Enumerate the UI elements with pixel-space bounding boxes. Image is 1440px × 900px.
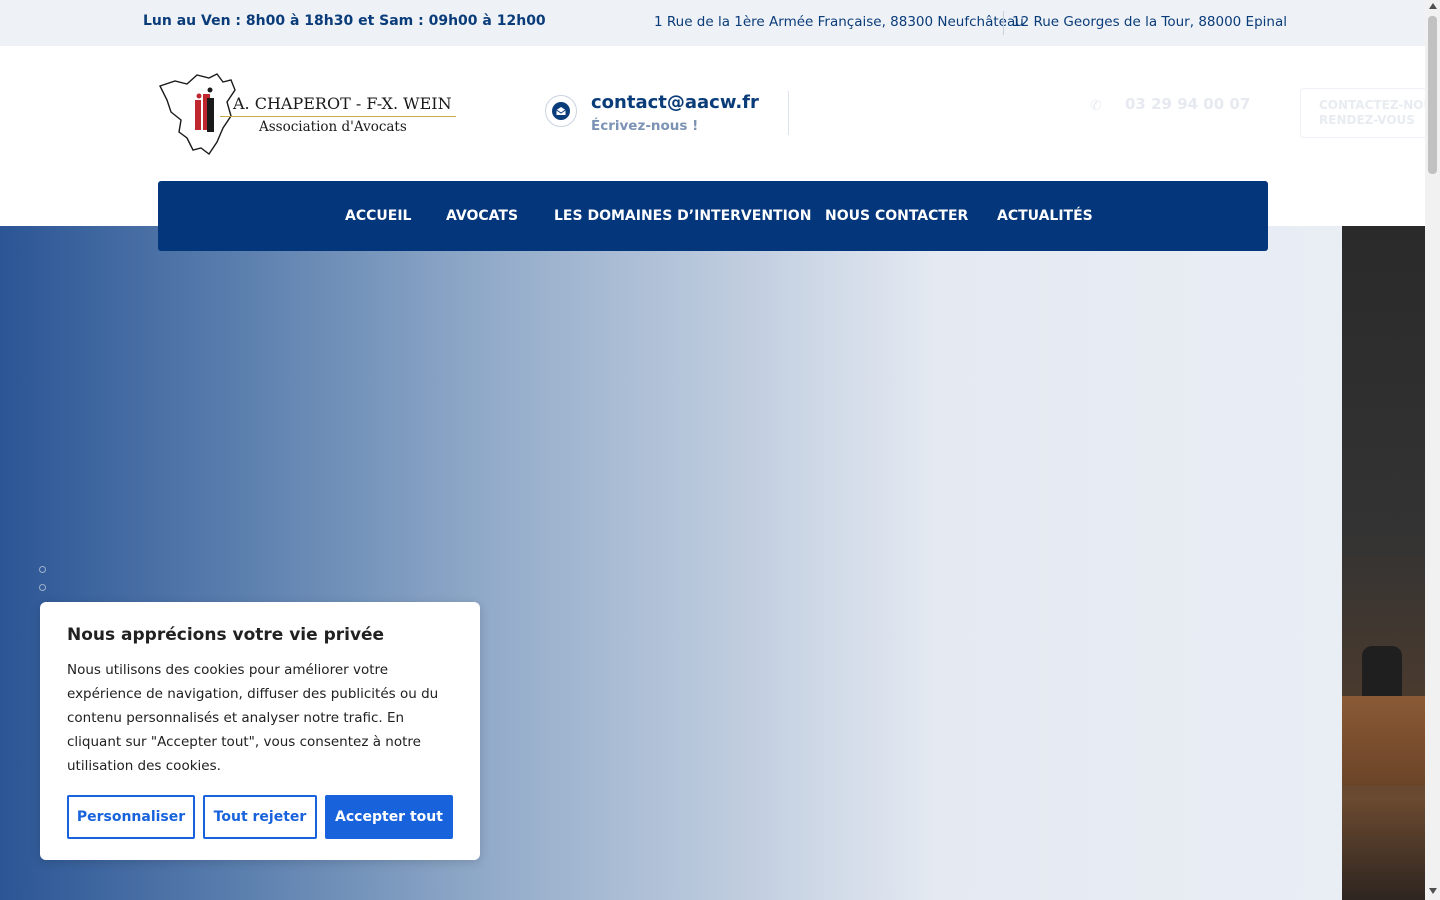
nav-item-domaines[interactable]: LES DOMAINES D’INTERVENTION — [554, 208, 811, 224]
logo-firm-name[interactable]: A. CHAPEROT - F-X. WEIN — [233, 94, 452, 113]
scroll-down-arrow-icon[interactable] — [1429, 888, 1437, 894]
page-scrollbar[interactable] — [1425, 0, 1440, 900]
cookie-customize-button[interactable]: Personnaliser — [67, 795, 195, 839]
slider-pagination — [39, 566, 46, 602]
hero-image-desk — [1342, 696, 1425, 786]
hero-office-image — [1342, 226, 1425, 900]
nav-item-avocats[interactable]: AVOCATS — [446, 208, 518, 224]
appointment-button[interactable]: CONTACTEZ-NOUS RENDEZ-VOUS — [1300, 88, 1440, 138]
nav-item-accueil[interactable]: ACCUEIL — [345, 208, 411, 224]
slider-dot-2[interactable] — [39, 584, 46, 591]
scroll-up-arrow-icon[interactable] — [1429, 3, 1437, 9]
logo-map-icon[interactable] — [157, 72, 457, 156]
cookie-reject-button[interactable]: Tout rejeter — [203, 795, 317, 839]
contact-email-link[interactable]: contact@aacw.fr — [591, 92, 759, 113]
contact-email-caption: Écrivez-nous ! — [591, 118, 699, 134]
slider-dot-1[interactable] — [39, 566, 46, 573]
cookie-consent-banner: Nous apprécions votre vie privée Nous ut… — [40, 602, 480, 860]
cookie-title: Nous apprécions votre vie privée — [67, 625, 385, 645]
appointment-label-line2: RENDEZ-VOUS — [1319, 113, 1415, 127]
appointment-label-line1: CONTACTEZ-NOUS — [1319, 98, 1440, 112]
opening-hours: Lun au Ven : 8h00 à 18h30 et Sam : 09h00… — [143, 13, 546, 29]
logo-underline — [220, 116, 456, 117]
top-info-bar: Lun au Ven : 8h00 à 18h30 et Sam : 09h00… — [0, 0, 1425, 46]
main-navigation: ACCUEIL AVOCATS LES DOMAINES D’INTERVENT… — [158, 181, 1268, 251]
address-neufchateau[interactable]: 1 Rue de la 1ère Armée Française, 88300 … — [654, 14, 1024, 30]
address-divider — [1003, 11, 1004, 35]
logo-tagline[interactable]: Association d'Avocats — [259, 119, 407, 135]
phone-number[interactable]: 03 29 94 00 07 — [1125, 95, 1250, 113]
cookie-accept-button[interactable]: Accepter tout — [325, 795, 453, 839]
phone-icon: ✆ — [1090, 98, 1102, 114]
envelope-icon — [545, 95, 577, 127]
nav-item-contact[interactable]: NOUS CONTACTER — [825, 208, 968, 224]
header-divider — [788, 91, 789, 135]
cookie-description: Nous utilisons des cookies pour améliore… — [67, 662, 439, 774]
scrollbar-thumb[interactable] — [1428, 16, 1437, 174]
address-epinal[interactable]: 12 Rue Georges de la Tour, 88000 Epinal — [1012, 14, 1287, 30]
nav-item-actualites[interactable]: ACTUALITÉS — [997, 208, 1093, 224]
